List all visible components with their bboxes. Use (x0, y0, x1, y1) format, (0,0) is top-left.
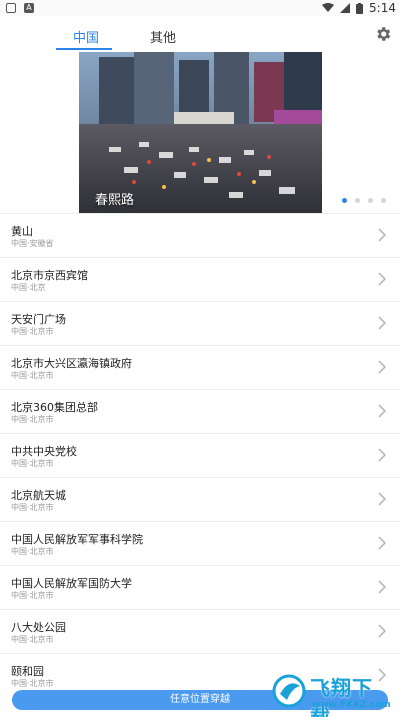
watermark-text: 飞翔下载 (310, 676, 373, 717)
header: 中国 其他 (0, 16, 400, 52)
list-item-subtitle: 中国·北京市 (11, 635, 54, 644)
list-item-title: 北京市京西宾馆 (11, 269, 88, 282)
carousel-dots (342, 198, 386, 203)
list-item-subtitle: 中国·北京市 (11, 591, 54, 600)
battery-icon (356, 2, 364, 14)
clock: 5:14 (369, 1, 396, 15)
chevron-right-icon (378, 316, 387, 330)
wifi-icon (322, 3, 335, 12)
list-item[interactable]: 北京市大兴区瀛海镇政府 中国·北京市 (0, 345, 400, 389)
gear-icon[interactable] (374, 25, 392, 43)
status-right: 5:14 (322, 1, 396, 15)
chevron-right-icon (378, 272, 387, 286)
app-a-icon: A (24, 3, 34, 13)
watermark-url: www.FXXZ.com (312, 700, 391, 710)
carousel-dot[interactable] (368, 198, 373, 203)
list-item-title: 北京市大兴区瀛海镇政府 (11, 357, 132, 370)
watermark: 飞翔下载 www.FXXZ.com (272, 666, 392, 717)
list-item[interactable]: 天安门广场 中国·北京市 (0, 301, 400, 345)
carousel-dot[interactable] (355, 198, 360, 203)
list-item-subtitle: 中国·安徽省 (11, 239, 54, 248)
notification-icon (6, 3, 16, 13)
list-item-subtitle: 中国·北京市 (11, 415, 54, 424)
status-bar: A 5:14 (0, 0, 400, 16)
chevron-right-icon (378, 228, 387, 242)
list-item-title: 黄山 (11, 225, 33, 238)
list-item[interactable]: 中国人民解放军军事科学院 中国·北京市 (0, 521, 400, 565)
chevron-right-icon (378, 404, 387, 418)
list-item[interactable]: 中共中央党校 中国·北京市 (0, 433, 400, 477)
list-item-subtitle: 中国·北京 (11, 283, 46, 292)
list-item[interactable]: 北京市京西宾馆 中国·北京 (0, 257, 400, 301)
signal-icon (340, 3, 351, 13)
chevron-right-icon (378, 536, 387, 550)
list-item-title: 颐和园 (11, 665, 44, 678)
banner-image[interactable]: 春熙路 (79, 52, 322, 214)
list-item-subtitle: 中国·北京市 (11, 371, 54, 380)
list-item-subtitle: 中国·北京市 (11, 503, 54, 512)
chevron-right-icon (378, 492, 387, 506)
list-item-title: 八大处公园 (11, 621, 66, 634)
carousel-dot[interactable] (381, 198, 386, 203)
list-item-title: 天安门广场 (11, 313, 66, 326)
carousel-dot-active[interactable] (342, 198, 347, 203)
list-item[interactable]: 八大处公园 中国·北京市 (0, 609, 400, 653)
chevron-right-icon (378, 624, 387, 638)
list-item-title: 中国人民解放军军事科学院 (11, 533, 143, 546)
list-item-subtitle: 中国·北京市 (11, 459, 54, 468)
list-item-subtitle: 中国·北京市 (11, 679, 54, 688)
tab-china[interactable]: 中国 (73, 27, 99, 46)
tab-other[interactable]: 其他 (150, 27, 176, 46)
chevron-right-icon (378, 360, 387, 374)
banner-carousel[interactable]: 春熙路 (0, 52, 400, 217)
list-item-title: 北京360集团总部 (11, 401, 98, 414)
active-tab-indicator (56, 48, 112, 50)
list-item[interactable]: 北京360集团总部 中国·北京市 (0, 389, 400, 433)
chevron-right-icon (378, 448, 387, 462)
banner-caption: 春熙路 (95, 193, 135, 208)
list-item-title: 北京航天城 (11, 489, 66, 502)
list-item[interactable]: 中国人民解放军国防大学 中国·北京市 (0, 565, 400, 609)
list-item[interactable]: 黄山 中国·安徽省 (0, 213, 400, 257)
list-item-subtitle: 中国·北京市 (11, 547, 54, 556)
chevron-right-icon (378, 580, 387, 594)
status-left: A (6, 3, 34, 13)
list-item-subtitle: 中国·北京市 (11, 327, 54, 336)
list-item-title: 中国人民解放军国防大学 (11, 577, 132, 590)
list-item[interactable]: 北京航天城 中国·北京市 (0, 477, 400, 521)
list-item-title: 中共中央党校 (11, 445, 77, 458)
location-list: 黄山 中国·安徽省 北京市京西宾馆 中国·北京 天安门广场 中国·北京市 北京市大兴区瀛海镇… (0, 213, 400, 697)
